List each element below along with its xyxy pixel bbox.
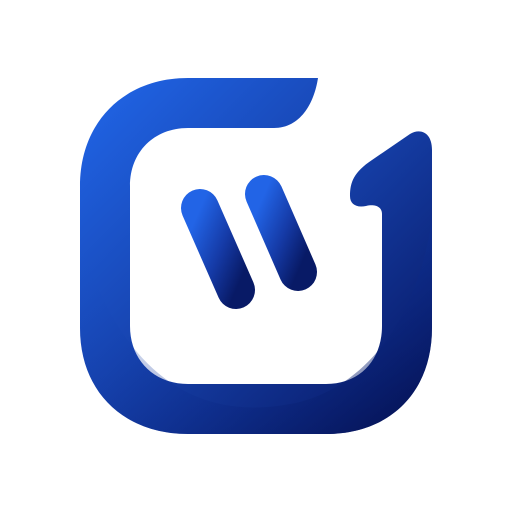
app-icon-canvas	[0, 0, 512, 512]
brand-logo-icon	[80, 78, 432, 434]
logo-left-bar	[181, 189, 255, 309]
logo-right-bar	[245, 175, 317, 291]
